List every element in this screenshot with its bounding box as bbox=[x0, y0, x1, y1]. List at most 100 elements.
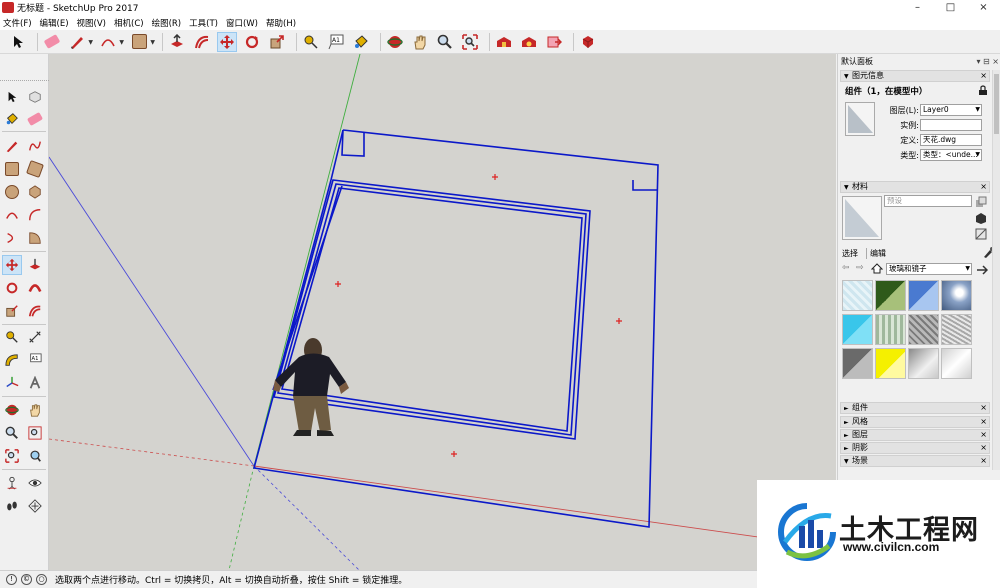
select-tool-button[interactable] bbox=[2, 87, 22, 107]
tray-scrollbar[interactable] bbox=[992, 70, 1000, 470]
pie-tool-button[interactable] bbox=[25, 228, 45, 248]
3d-text-tool-button[interactable] bbox=[25, 373, 45, 393]
close-icon[interactable]: × bbox=[980, 430, 987, 440]
material-name-input[interactable]: 预设 bbox=[884, 195, 972, 207]
scenes-header[interactable]: ▼ 场景 × bbox=[840, 455, 990, 467]
menu-window[interactable]: 窗口(W) bbox=[226, 17, 258, 29]
close-icon[interactable]: × bbox=[980, 182, 987, 192]
tape-measure-tool-button[interactable] bbox=[301, 32, 321, 52]
zoom-window-tool-button[interactable] bbox=[25, 423, 45, 443]
material-swatch[interactable] bbox=[908, 348, 939, 379]
tab-select[interactable]: 选择 bbox=[842, 248, 858, 259]
toolbar-grip[interactable] bbox=[0, 80, 49, 84]
layers-header[interactable]: ► 图层 × bbox=[840, 429, 990, 441]
select-tool-button[interactable] bbox=[8, 32, 28, 52]
forward-arrow-icon[interactable]: ⇨ bbox=[856, 263, 864, 273]
create-material-icon[interactable] bbox=[975, 212, 987, 224]
close-icon[interactable]: × bbox=[980, 403, 987, 413]
material-swatch[interactable] bbox=[842, 348, 873, 379]
zoom-tool-button[interactable] bbox=[435, 32, 455, 52]
material-swatch[interactable] bbox=[842, 314, 873, 345]
chevron-down-icon[interactable]: ▼ bbox=[150, 39, 155, 46]
styles-header[interactable]: ► 风格 × bbox=[840, 416, 990, 428]
push-pull-tool-button[interactable] bbox=[25, 255, 45, 275]
type-dropdown[interactable]: 类型：<unde... ▼ bbox=[920, 149, 982, 161]
rectangle-tool-button[interactable] bbox=[2, 159, 22, 179]
tab-edit[interactable]: 编辑 bbox=[866, 248, 886, 259]
menu-draw[interactable]: 绘图(R) bbox=[152, 17, 182, 29]
model-canvas[interactable] bbox=[49, 54, 836, 570]
menu-tools[interactable]: 工具(T) bbox=[189, 17, 218, 29]
materials-header[interactable]: ▼ 材料 × bbox=[840, 181, 990, 193]
material-swatch[interactable] bbox=[842, 280, 873, 311]
position-camera-tool-button[interactable] bbox=[2, 473, 22, 493]
rotate-tool-button[interactable] bbox=[2, 278, 22, 298]
close-button[interactable]: × bbox=[967, 0, 1000, 15]
polygon-tool-button[interactable] bbox=[25, 182, 45, 202]
geo-location-icon[interactable]: ! bbox=[6, 574, 17, 585]
circle-tool-button[interactable] bbox=[2, 182, 22, 202]
components-header[interactable]: ► 组件 × bbox=[840, 402, 990, 414]
follow-me-tool-button[interactable] bbox=[25, 278, 45, 298]
lock-icon[interactable] bbox=[978, 85, 988, 96]
eraser-tool-button[interactable] bbox=[25, 109, 45, 129]
push-pull-tool-button[interactable] bbox=[167, 32, 187, 52]
paint-bucket-tool-button[interactable] bbox=[2, 109, 22, 129]
material-swatch[interactable] bbox=[875, 314, 906, 345]
default-material-icon[interactable] bbox=[975, 228, 987, 240]
3d-warehouse-tool-button[interactable] bbox=[494, 32, 514, 52]
tape-measure-tool-button[interactable] bbox=[2, 327, 22, 347]
offset-tool-button[interactable] bbox=[192, 32, 212, 52]
menu-edit[interactable]: 编辑(E) bbox=[40, 17, 69, 29]
material-swatch[interactable] bbox=[875, 348, 906, 379]
menu-view[interactable]: 视图(V) bbox=[77, 17, 106, 29]
details-arrow-icon[interactable] bbox=[976, 264, 989, 276]
entity-info-header[interactable]: ▼ 图元信息 × bbox=[840, 70, 990, 82]
paint-bucket-tool-button[interactable] bbox=[351, 32, 371, 52]
axes-tool-button[interactable] bbox=[2, 373, 22, 393]
text-tool-button[interactable]: A1 bbox=[326, 32, 346, 52]
eraser-tool-button[interactable] bbox=[42, 32, 62, 52]
minimize-button[interactable]: – bbox=[901, 0, 934, 15]
layer-dropdown[interactable]: Layer0 ▼ bbox=[920, 104, 982, 116]
material-swatch[interactable] bbox=[908, 280, 939, 311]
zoom-extents-tool-button[interactable] bbox=[2, 446, 22, 466]
close-icon[interactable]: × bbox=[980, 443, 987, 453]
arc-tool-button[interactable]: ▼ bbox=[98, 32, 124, 52]
section-plane-tool-button[interactable] bbox=[25, 496, 45, 516]
chevron-down-icon[interactable]: ▼ bbox=[119, 39, 124, 46]
scale-tool-button[interactable] bbox=[2, 301, 22, 321]
display-secondary-icon[interactable] bbox=[975, 196, 987, 208]
freehand-tool-button[interactable] bbox=[25, 136, 45, 156]
menu-camera[interactable]: 相机(C) bbox=[114, 17, 144, 29]
orbit-tool-button[interactable] bbox=[2, 400, 22, 420]
close-icon[interactable]: × bbox=[980, 456, 987, 466]
model-viewport[interactable] bbox=[49, 54, 836, 570]
arc-tool-button[interactable] bbox=[2, 205, 22, 225]
two-point-arc-tool-button[interactable] bbox=[25, 205, 45, 225]
extension-warehouse-tool-button[interactable] bbox=[519, 32, 539, 52]
material-swatch[interactable] bbox=[941, 280, 972, 311]
close-icon[interactable]: × bbox=[980, 71, 987, 81]
credits-icon[interactable]: © bbox=[21, 574, 32, 585]
rotated-rectangle-tool-button[interactable] bbox=[25, 159, 45, 179]
menu-file[interactable]: 文件(F) bbox=[3, 17, 32, 29]
material-swatch[interactable] bbox=[941, 314, 972, 345]
shadows-header[interactable]: ► 阴影 × bbox=[840, 442, 990, 454]
scrollbar-thumb[interactable] bbox=[994, 74, 999, 134]
look-around-tool-button[interactable] bbox=[25, 473, 45, 493]
ceiling-component[interactable] bbox=[252, 129, 659, 528]
rotate-tool-button[interactable] bbox=[242, 32, 262, 52]
previous-view-tool-button[interactable] bbox=[25, 446, 45, 466]
zoom-extents-tool-button[interactable] bbox=[460, 32, 480, 52]
material-swatch[interactable] bbox=[875, 280, 906, 311]
orbit-tool-button[interactable] bbox=[385, 32, 405, 52]
back-arrow-icon[interactable]: ⇦ bbox=[842, 263, 850, 273]
protractor-tool-button[interactable] bbox=[2, 350, 22, 370]
line-tool-button[interactable]: ▼ bbox=[67, 32, 93, 52]
dimension-tool-button[interactable] bbox=[25, 327, 45, 347]
menu-help[interactable]: 帮助(H) bbox=[266, 17, 296, 29]
offset-tool-button[interactable] bbox=[25, 301, 45, 321]
component-tool-button[interactable] bbox=[25, 87, 45, 107]
pan-tool-button[interactable] bbox=[410, 32, 430, 52]
